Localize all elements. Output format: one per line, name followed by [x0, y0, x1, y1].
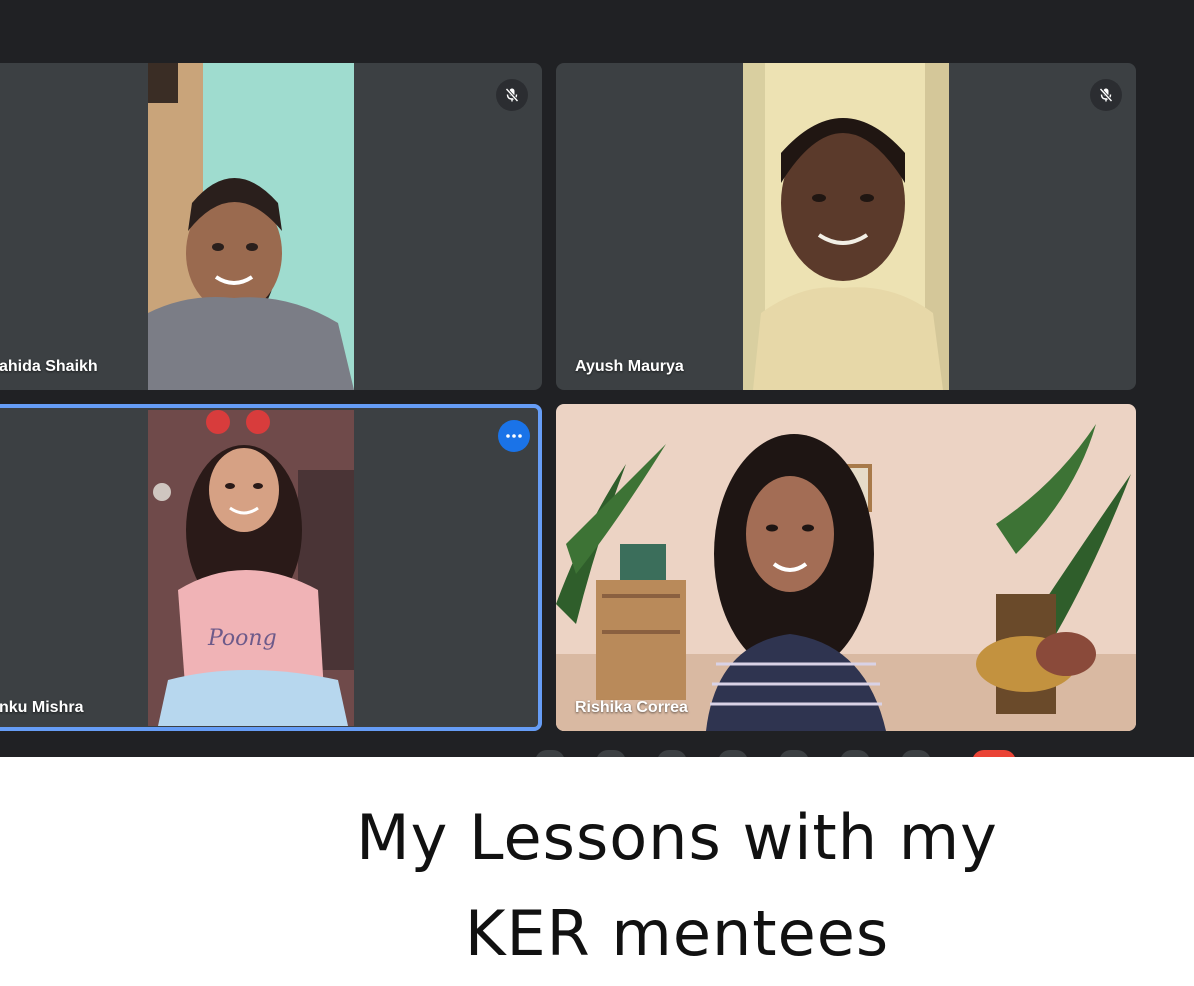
participant-name: Ayush Maurya [575, 358, 684, 375]
toolbar-peek [718, 750, 748, 757]
toolbar-peek [779, 750, 809, 757]
participant-video [556, 404, 1136, 731]
mic-off-icon [1090, 79, 1122, 111]
participant-tile[interactable]: ahida Shaikh [0, 63, 542, 390]
meeting-grid: ahida Shaikh Ayush Maurya Poong nku Mish… [0, 0, 1194, 757]
caption-line-2: KER mentees [464, 897, 890, 970]
end-call-peek [972, 750, 1016, 757]
mic-off-icon [496, 79, 528, 111]
participant-tile[interactable]: Rishika Correa [556, 404, 1136, 731]
toolbar-peek [901, 750, 931, 757]
svg-text:Poong: Poong [207, 626, 277, 651]
caption-text: My Lessons with my KER mentees [0, 790, 1194, 982]
participant-tile[interactable]: Ayush Maurya [556, 63, 1136, 390]
participant-name: Rishika Correa [575, 699, 688, 716]
participant-name: nku Mishra [0, 699, 84, 716]
toolbar-peek [840, 750, 870, 757]
more-options-icon[interactable] [498, 420, 530, 452]
toolbar-peek [657, 750, 687, 757]
participant-name: ahida Shaikh [0, 358, 98, 375]
toolbar-peek [535, 750, 565, 757]
participant-video: Poong [148, 410, 354, 726]
toolbar-peek [596, 750, 626, 757]
caption-line-1: My Lessons with my [356, 801, 998, 874]
participant-video [148, 63, 354, 390]
participant-video [743, 63, 949, 390]
participant-tile-active[interactable]: Poong nku Mishra [0, 404, 542, 731]
